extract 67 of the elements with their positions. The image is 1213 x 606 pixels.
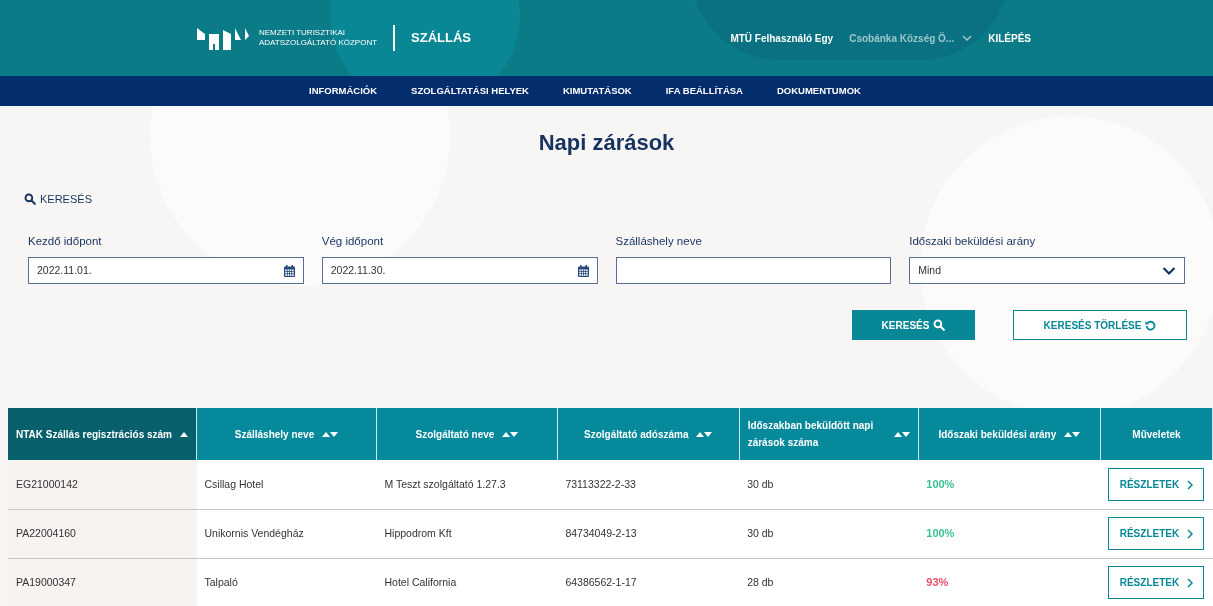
field-label: Szálláshely neve <box>615 234 703 249</box>
column-header[interactable]: Szálláshely neve <box>196 408 377 461</box>
table-cell: 30 db <box>739 460 919 510</box>
sort-icon <box>502 431 519 437</box>
field-label: Kezdő időpont <box>28 234 103 249</box>
app-name: SZÁLLÁS <box>411 29 472 48</box>
date-field[interactable]: 2022.11.01. <box>28 257 304 285</box>
sort-icon <box>696 431 713 437</box>
nav-link[interactable]: INFORMÁCIÓK <box>309 83 378 99</box>
chevron-right-icon <box>1187 528 1194 539</box>
nav-link[interactable]: IFA BEÁLLÍTÁSA <box>665 83 743 99</box>
clear-search-button[interactable]: KERESÉS TÖRLÉSE <box>1013 310 1187 341</box>
sort-icon <box>322 431 339 437</box>
date-field[interactable]: 2022.11.30. <box>321 257 598 285</box>
table-cell: EG21000142 <box>8 460 197 510</box>
rate-value: 93% <box>926 576 949 589</box>
chevron-down-icon <box>1162 265 1176 276</box>
chevron-down-icon <box>962 34 973 42</box>
calendar-icon[interactable] <box>577 264 589 277</box>
details-button[interactable]: RÉSZLETEK <box>1108 468 1205 501</box>
nav-link[interactable]: DOKUMENTUMOK <box>776 83 861 99</box>
logout-link[interactable]: KILÉPÉS <box>988 30 1031 46</box>
table-cell: 28 db <box>739 558 919 606</box>
table-cell: 73113322-2-33 <box>557 460 740 510</box>
search-button[interactable]: KERESÉS <box>852 310 975 341</box>
table-cell: Unikornis Vendégház <box>196 509 377 559</box>
column-header[interactable]: Szolgáltató neve <box>376 408 558 461</box>
user-name: MTÜ Felhasználó Egy <box>730 31 834 46</box>
calendar-icon[interactable] <box>283 264 295 277</box>
nav-link[interactable]: SZOLGÁLTATÁSI HELYEK <box>411 83 529 99</box>
column-header[interactable]: Szolgáltató adószáma <box>557 408 740 461</box>
table-cell: Hippodrom Kft <box>376 509 558 559</box>
details-button[interactable]: RÉSZLETEK <box>1108 517 1205 551</box>
reset-icon <box>1145 319 1157 331</box>
table-cell: 64386562-1-17 <box>557 558 740 606</box>
field-label: Vég időpont <box>321 234 385 249</box>
search-icon <box>24 193 36 206</box>
sort-ascending-icon <box>180 431 188 437</box>
page-title: Napi zárások <box>537 129 676 157</box>
column-header[interactable]: NTAK Szállás regisztrációs szám <box>8 408 197 461</box>
table-cell: 84734049-2-13 <box>557 509 740 559</box>
search-icon <box>933 319 946 332</box>
org-name: ADATSZOLGÁLTATÓ KÖZPONT <box>259 38 378 48</box>
rate-value: 100% <box>926 527 955 540</box>
location-dropdown[interactable]: Csobánka Község Ö... <box>849 30 973 46</box>
chevron-right-icon <box>1187 479 1194 490</box>
sort-icon <box>893 431 910 437</box>
search-toggle[interactable]: KERESÉS <box>24 191 92 208</box>
rate-value: 100% <box>926 478 955 491</box>
table-cell: Hotel California <box>376 558 558 606</box>
column-header[interactable]: Időszakban beküldött napi zárások száma <box>739 408 919 461</box>
select-field[interactable]: Mind <box>909 257 1185 285</box>
sort-icon <box>1064 431 1081 437</box>
table-cell: 30 db <box>739 509 919 559</box>
table-cell: Talpaló <box>196 558 377 606</box>
text-field[interactable] <box>615 257 892 285</box>
table-cell: PA19000347 <box>8 558 197 606</box>
column-header[interactable]: Időszaki beküldési arány <box>918 408 1101 461</box>
nav-link[interactable]: KIMUTATÁSOK <box>562 83 632 99</box>
table-cell: M Teszt szolgáltató 1.27.3 <box>376 460 558 510</box>
field-label: Időszaki beküldési arány <box>909 234 1037 249</box>
table-cell: Csillag Hotel <box>196 460 377 510</box>
details-button[interactable]: RÉSZLETEK <box>1108 566 1205 600</box>
column-header: Műveletek <box>1100 408 1213 461</box>
org-name: NEMZETI TURISZTIKAI <box>259 28 347 38</box>
table-cell: PA22004160 <box>8 509 197 559</box>
chevron-right-icon <box>1187 577 1194 588</box>
